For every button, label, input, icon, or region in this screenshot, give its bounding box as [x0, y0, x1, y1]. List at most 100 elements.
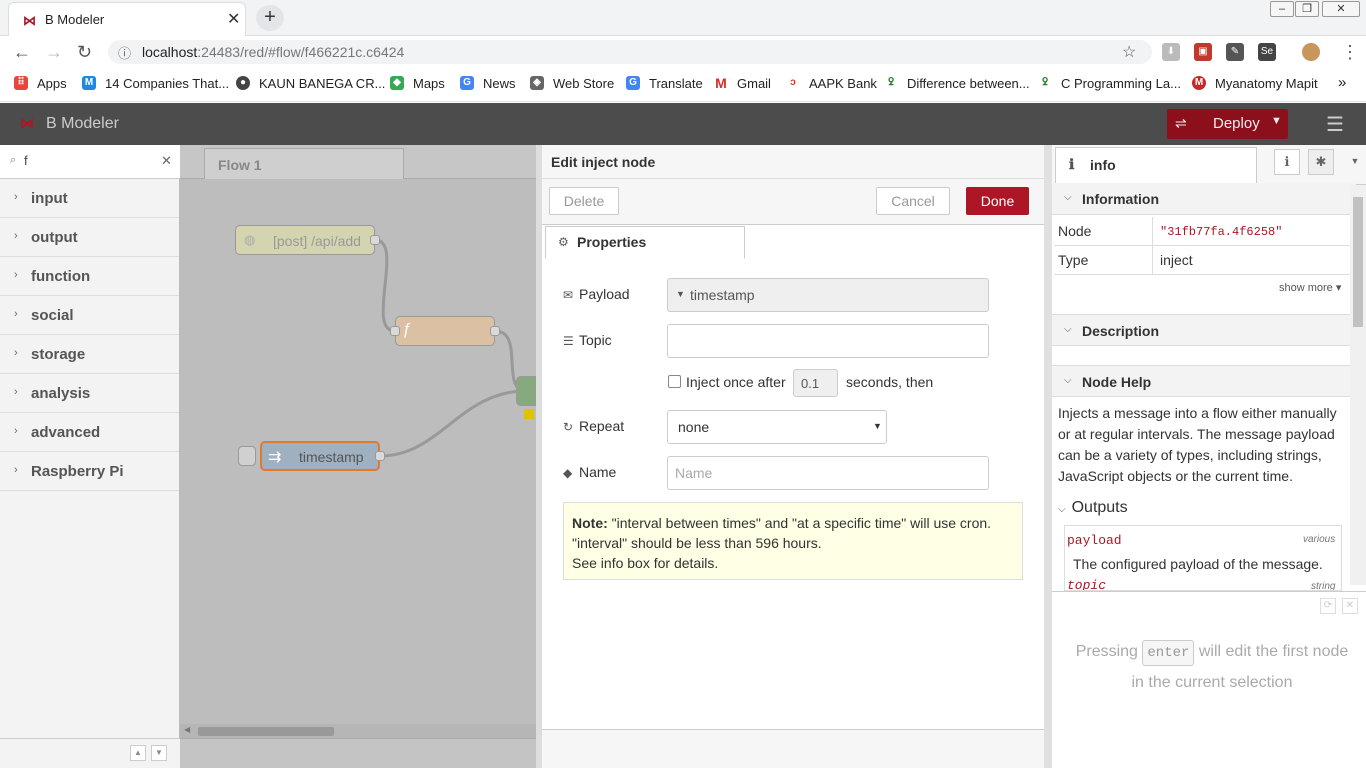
- bookmark-kaun-banega[interactable]: KAUN BANEGA CR...: [259, 76, 385, 91]
- refresh-tip-icon[interactable]: ⟳: [1320, 598, 1336, 614]
- done-button[interactable]: Done: [966, 187, 1029, 215]
- seconds-label: seconds, then: [846, 374, 934, 390]
- tab-flow-1[interactable]: Flow 1: [204, 148, 404, 180]
- chrome-menu-icon[interactable]: ⋮: [1341, 42, 1359, 63]
- deploy-button[interactable]: ⇌ Deploy ▼: [1167, 109, 1288, 139]
- bookmark-myanatomy[interactable]: Myanatomy Mapit: [1215, 76, 1318, 91]
- output-port[interactable]: [370, 235, 380, 245]
- tab-info[interactable]: ℹ info: [1055, 147, 1257, 185]
- extension-icon[interactable]: ✎: [1226, 43, 1244, 61]
- palette-category-function[interactable]: › function: [0, 257, 179, 296]
- palette-search[interactable]: ⌕ f ✕: [0, 145, 180, 179]
- category-label: function: [31, 268, 91, 285]
- bookmark-gmail[interactable]: Gmail: [737, 76, 771, 91]
- node-id-row: Node "31fb77fa.4f6258": [1054, 217, 1350, 246]
- sidebar-scrollbar[interactable]: [1350, 185, 1366, 585]
- palette-category-raspberry-pi[interactable]: › Raspberry Pi: [0, 452, 179, 491]
- selenium-extension-icon[interactable]: Se: [1258, 43, 1276, 61]
- bookmark-star-icon[interactable]: ☆: [1122, 42, 1136, 62]
- clear-search-icon[interactable]: ✕: [161, 153, 172, 169]
- outputs-heading[interactable]: ⌵ Outputs: [1058, 499, 1128, 517]
- forward-icon[interactable]: →: [45, 42, 63, 63]
- bookmark-translate[interactable]: Translate: [649, 76, 703, 91]
- description-section-header[interactable]: ⌵ Description: [1052, 314, 1356, 346]
- cancel-button[interactable]: Cancel: [876, 187, 950, 215]
- caret-down-icon: ▼: [676, 289, 685, 299]
- bookmark-c-programming[interactable]: C Programming La...: [1061, 76, 1181, 91]
- bookmark-web-store[interactable]: Web Store: [553, 76, 614, 91]
- once-delay-input[interactable]: 0.1: [793, 369, 838, 397]
- address-bar[interactable]: ⓘ localhost:24483/red/#flow/f466221c.c64…: [108, 40, 1152, 64]
- output-payload-name: payload: [1067, 533, 1122, 548]
- site-info-icon[interactable]: ⓘ: [118, 43, 131, 62]
- input-port[interactable]: [390, 326, 400, 336]
- chevron-right-icon: ›: [14, 230, 18, 242]
- output-port[interactable]: [375, 451, 385, 461]
- chevron-right-icon: ›: [14, 464, 18, 476]
- close-window-button[interactable]: ✕: [1322, 1, 1360, 17]
- inject-trigger-button[interactable]: [238, 446, 256, 466]
- chevron-right-icon: ›: [14, 386, 18, 398]
- bookmark-maps[interactable]: Maps: [413, 76, 445, 91]
- info-tab-icon[interactable]: ℹ: [1274, 149, 1300, 175]
- palette-category-social[interactable]: › social: [0, 296, 179, 335]
- app-logo-icon: ⋈: [20, 115, 34, 131]
- profile-avatar[interactable]: [1302, 43, 1320, 61]
- expand-all-icon[interactable]: ▼: [151, 745, 167, 761]
- close-tab-icon[interactable]: ✕: [227, 9, 240, 29]
- scroll-left-icon[interactable]: ◀: [184, 725, 190, 734]
- chevron-right-icon: ›: [14, 308, 18, 320]
- sidebar-scroll-thumb[interactable]: [1353, 197, 1363, 327]
- http-in-node[interactable]: ◍ [post] /api/add: [235, 225, 375, 255]
- chevron-right-icon: ›: [14, 269, 18, 281]
- palette-search-input[interactable]: f: [24, 153, 28, 168]
- pocket-extension-icon[interactable]: ▣: [1194, 43, 1212, 61]
- workspace-hscroll[interactable]: ◀: [180, 724, 536, 738]
- reload-icon[interactable]: ↻: [77, 42, 92, 63]
- back-icon[interactable]: ←: [13, 42, 31, 63]
- inject-once-checkbox[interactable]: [668, 375, 681, 388]
- outputs-label: Outputs: [1071, 499, 1128, 516]
- category-label: input: [31, 190, 68, 207]
- hamburger-menu-icon[interactable]: ☰: [1326, 112, 1344, 137]
- deploy-dropdown-icon[interactable]: ▼: [1271, 115, 1282, 127]
- information-section-header[interactable]: ⌵ Information: [1052, 183, 1356, 215]
- bookmark-news[interactable]: News: [483, 76, 516, 91]
- palette-category-advanced[interactable]: › advanced: [0, 413, 179, 452]
- restore-window-button[interactable]: ❐: [1295, 1, 1319, 17]
- sidebar-dropdown-icon[interactable]: ▼: [1342, 149, 1366, 175]
- bookmark-difference-between[interactable]: Difference between...: [907, 76, 1030, 91]
- node-help-section-header[interactable]: ⌵ Node Help: [1052, 365, 1356, 397]
- bookmark-14-companies[interactable]: 14 Companies That...: [105, 76, 229, 91]
- payload-type-input[interactable]: ▼ timestamp: [667, 278, 989, 312]
- palette-category-storage[interactable]: › storage: [0, 335, 179, 374]
- bookmarks-overflow-icon[interactable]: »: [1338, 74, 1346, 91]
- topic-input[interactable]: [667, 324, 989, 358]
- close-tip-icon[interactable]: ✕: [1342, 598, 1358, 614]
- bookmark-aapk-bank[interactable]: AAPK Bank: [809, 76, 877, 91]
- name-input[interactable]: Name: [667, 456, 989, 490]
- browser-tab[interactable]: ⋈ B Modeler ✕: [8, 2, 246, 36]
- minimize-window-button[interactable]: –: [1270, 1, 1294, 17]
- palette-category-analysis[interactable]: › analysis: [0, 374, 179, 413]
- tab-properties[interactable]: ⚙ Properties: [545, 226, 745, 259]
- repeat-select[interactable]: none ▼: [667, 410, 887, 444]
- inject-node[interactable]: ⇉ timestamp: [260, 441, 380, 471]
- flow-canvas[interactable]: ◍ [post] /api/add ƒ ⇉ timestamp: [180, 179, 546, 724]
- tag-icon: ◆: [563, 466, 573, 480]
- function-node[interactable]: ƒ: [395, 316, 495, 346]
- show-more-link[interactable]: show more ▾: [1279, 281, 1341, 294]
- category-label: storage: [31, 346, 86, 363]
- palette-category-output[interactable]: › output: [0, 218, 179, 257]
- delete-button[interactable]: Delete: [549, 187, 619, 215]
- output-port[interactable]: [490, 326, 500, 336]
- note-line-1: "interval between times" and "at a speci…: [607, 515, 992, 531]
- debug-bug-icon[interactable]: ✱: [1308, 149, 1334, 175]
- bookmark-apps[interactable]: Apps: [37, 76, 67, 91]
- download-extension-icon[interactable]: ⬇: [1162, 43, 1180, 61]
- news-icon: G: [460, 76, 474, 90]
- collapse-all-icon[interactable]: ▲: [130, 745, 146, 761]
- scroll-thumb[interactable]: [198, 727, 334, 736]
- new-tab-button[interactable]: +: [256, 5, 284, 31]
- palette-category-input[interactable]: › input: [0, 179, 179, 218]
